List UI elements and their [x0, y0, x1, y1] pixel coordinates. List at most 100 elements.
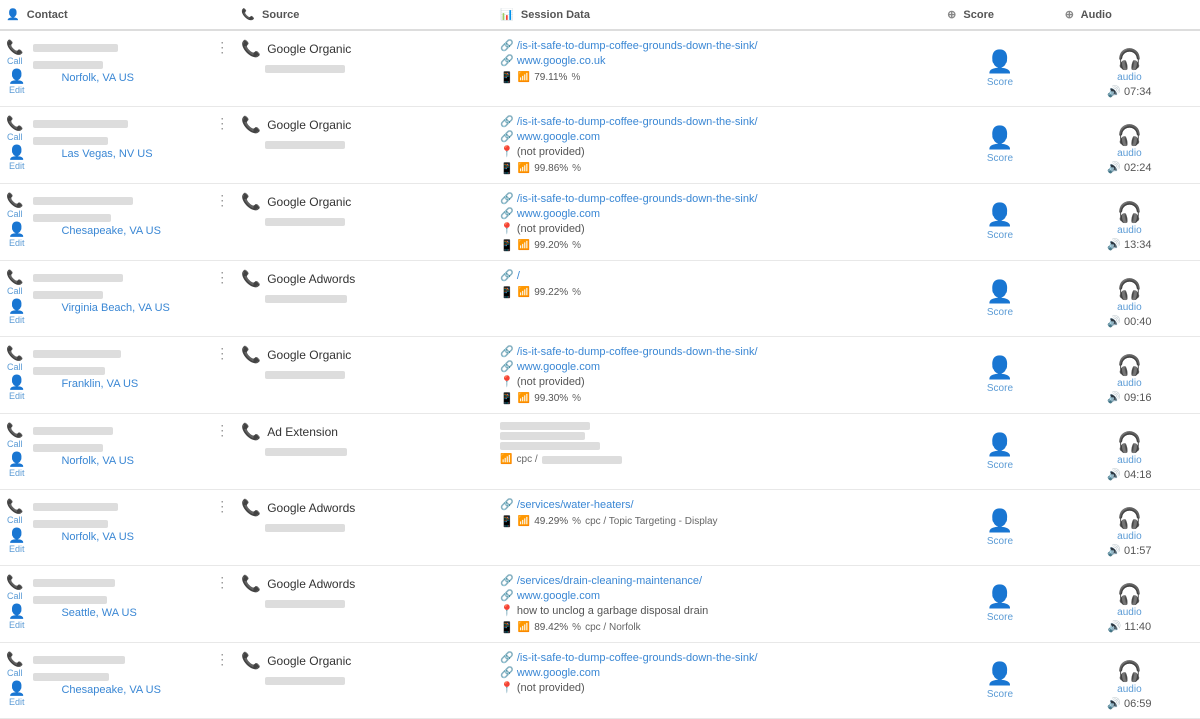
- audio-label[interactable]: audio: [1117, 225, 1141, 236]
- call-button[interactable]: 📞 Call: [6, 498, 23, 525]
- session-page-link[interactable]: 🔗 /: [500, 269, 935, 282]
- score-label[interactable]: Score: [987, 689, 1013, 700]
- score-label[interactable]: Score: [987, 460, 1013, 471]
- edit-label: Edit: [9, 620, 25, 630]
- more-options-button[interactable]: ⋮: [215, 422, 229, 439]
- contact-location-link[interactable]: Chesapeake, VA US: [61, 225, 229, 237]
- bar-chart-icon: 📶: [518, 240, 530, 251]
- source-cell: 📞 Google Organic: [235, 184, 494, 261]
- edit-button[interactable]: 👤 Edit: [8, 680, 25, 707]
- headphone-icon: 🎧: [1117, 506, 1142, 531]
- score-cell: 👤 Score: [941, 643, 1059, 719]
- contact-location-link[interactable]: Norfolk, VA US: [61, 72, 229, 84]
- score-label[interactable]: Score: [987, 77, 1013, 88]
- source-phone-icon: 📞: [241, 422, 261, 442]
- edit-label: Edit: [9, 391, 25, 401]
- session-referrer: 🔗 www.google.com: [500, 207, 935, 220]
- audio-label[interactable]: audio: [1117, 607, 1141, 618]
- contact-location-link[interactable]: Norfolk, VA US: [61, 531, 229, 543]
- more-options-button[interactable]: ⋮: [215, 498, 229, 515]
- call-button[interactable]: 📞 Call: [6, 39, 23, 66]
- table-row: 📞 Call 👤 Edit ⋮ Seattle, WA US 📞: [0, 566, 1200, 643]
- edit-button[interactable]: 👤 Edit: [8, 144, 25, 171]
- call-label: Call: [7, 515, 23, 525]
- score-label[interactable]: Score: [987, 307, 1013, 318]
- session-blurred-1: [500, 422, 590, 430]
- audio-label[interactable]: audio: [1117, 302, 1141, 313]
- edit-button[interactable]: 👤 Edit: [8, 298, 25, 325]
- contact-cell: 📞 Call 👤 Edit ⋮ Norfolk, VA US: [0, 414, 235, 490]
- phone-icon: 📞: [6, 422, 23, 439]
- more-options-button[interactable]: ⋮: [215, 39, 229, 56]
- percent-symbol: %: [572, 240, 581, 251]
- edit-button[interactable]: 👤 Edit: [8, 374, 25, 401]
- edit-label: Edit: [9, 468, 25, 478]
- person-icon: 👤: [8, 144, 25, 161]
- session-keyword: 📍 (not provided): [500, 375, 935, 388]
- call-button[interactable]: 📞 Call: [6, 574, 23, 601]
- table-row: 📞 Call 👤 Edit ⋮ Las Vegas, NV US 📞: [0, 107, 1200, 184]
- source-cell: 📞 Google Organic: [235, 337, 494, 414]
- session-page-link[interactable]: 🔗 /is-it-safe-to-dump-coffee-grounds-dow…: [500, 345, 935, 358]
- session-page-link[interactable]: 🔗 /services/drain-cleaning-maintenance/: [500, 574, 935, 587]
- score-cell: 👤 Score: [941, 414, 1059, 490]
- contact-location-link[interactable]: Franklin, VA US: [61, 378, 229, 390]
- call-button[interactable]: 📞 Call: [6, 651, 23, 678]
- edit-button[interactable]: 👤 Edit: [8, 527, 25, 554]
- contact-phone-redacted: [33, 137, 108, 145]
- contact-location-link[interactable]: Norfolk, VA US: [61, 455, 229, 467]
- score-cell: 👤 Score: [941, 490, 1059, 566]
- edit-button[interactable]: 👤 Edit: [8, 451, 25, 478]
- phone-icon: 📞: [6, 192, 23, 209]
- edit-button[interactable]: 👤 Edit: [8, 603, 25, 630]
- audio-label[interactable]: audio: [1117, 531, 1141, 542]
- session-score-percent: 99.30%: [534, 393, 568, 404]
- session-page-link[interactable]: 🔗 /is-it-safe-to-dump-coffee-grounds-dow…: [500, 115, 935, 128]
- source-phone-redacted: [265, 600, 345, 608]
- score-label[interactable]: Score: [987, 536, 1013, 547]
- more-options-button[interactable]: ⋮: [215, 192, 229, 209]
- more-options-button[interactable]: ⋮: [215, 269, 229, 286]
- edit-button[interactable]: 👤 Edit: [8, 68, 25, 95]
- more-options-button[interactable]: ⋮: [215, 115, 229, 132]
- source-name-label: Google Adwords: [267, 272, 355, 286]
- table-row: 📞 Call 👤 Edit ⋮ Franklin, VA US 📞: [0, 337, 1200, 414]
- contact-location-link[interactable]: Virginia Beach, VA US: [61, 302, 229, 314]
- call-button[interactable]: 📞 Call: [6, 115, 23, 142]
- session-page-link[interactable]: 🔗 /is-it-safe-to-dump-coffee-grounds-dow…: [500, 651, 935, 664]
- session-blurred-3: [500, 442, 600, 450]
- contact-name-redacted: [33, 274, 123, 282]
- score-label[interactable]: Score: [987, 153, 1013, 164]
- contact-location-link[interactable]: Chesapeake, VA US: [61, 684, 229, 696]
- bar-chart-icon: 📶: [518, 72, 530, 83]
- score-label[interactable]: Score: [987, 230, 1013, 241]
- audio-label[interactable]: audio: [1117, 378, 1141, 389]
- session-keyword: 📍 (not provided): [500, 145, 935, 158]
- audio-label[interactable]: audio: [1117, 455, 1141, 466]
- score-person-icon: 👤: [986, 355, 1013, 381]
- call-button[interactable]: 📞 Call: [6, 269, 23, 296]
- headphone-icon: 🎧: [1117, 353, 1142, 378]
- more-options-button[interactable]: ⋮: [215, 651, 229, 668]
- audio-duration: 🔊 09:16: [1107, 391, 1151, 404]
- contact-location-link[interactable]: Seattle, WA US: [61, 607, 229, 619]
- score-label[interactable]: Score: [987, 383, 1013, 394]
- contact-location-link[interactable]: Las Vegas, NV US: [61, 148, 229, 160]
- more-options-button[interactable]: ⋮: [215, 345, 229, 362]
- call-button[interactable]: 📞 Call: [6, 345, 23, 372]
- session-page-link[interactable]: 🔗 /services/water-heaters/: [500, 498, 935, 511]
- session-page-link[interactable]: 🔗 /is-it-safe-to-dump-coffee-grounds-dow…: [500, 192, 935, 205]
- audio-label[interactable]: audio: [1117, 72, 1141, 83]
- audio-label[interactable]: audio: [1117, 684, 1141, 695]
- edit-button[interactable]: 👤 Edit: [8, 221, 25, 248]
- mobile-icon: 📱: [500, 162, 514, 175]
- call-button[interactable]: 📞 Call: [6, 192, 23, 219]
- source-phone-icon: 📞: [241, 192, 261, 212]
- source-cell: 📞 Ad Extension: [235, 414, 494, 490]
- audio-duration: 🔊 13:34: [1107, 238, 1151, 251]
- audio-label[interactable]: audio: [1117, 148, 1141, 159]
- call-button[interactable]: 📞 Call: [6, 422, 23, 449]
- more-options-button[interactable]: ⋮: [215, 574, 229, 591]
- session-page-link[interactable]: 🔗 /is-it-safe-to-dump-coffee-grounds-dow…: [500, 39, 935, 52]
- score-label[interactable]: Score: [987, 612, 1013, 623]
